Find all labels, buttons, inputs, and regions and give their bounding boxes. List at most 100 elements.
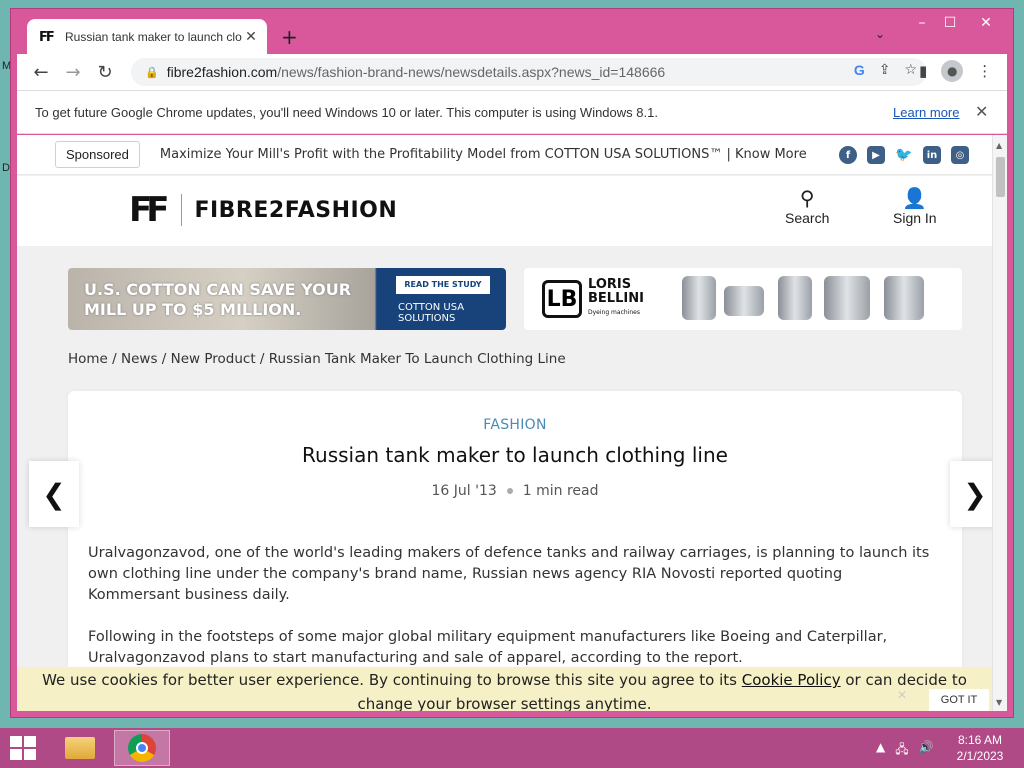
page-viewport: Sponsored Maximize Your Mill's Profit wi… [17, 135, 1007, 711]
lb-brand-line-1: LORIS [588, 277, 632, 292]
social-links: f ▶ 🐦 in ◎ [839, 146, 969, 164]
url-path: /news/fashion-brand-news/newsdetails.asp… [277, 64, 666, 80]
clock-time: 8:16 AM [957, 733, 1003, 747]
facebook-icon[interactable]: f [839, 146, 857, 164]
ad-brand-line-1: COTTON USA [398, 302, 465, 313]
got-it-button[interactable]: GOT IT [929, 689, 989, 711]
file-explorer-button[interactable] [52, 730, 108, 766]
article-date: 16 Jul '13 [431, 483, 497, 499]
tab-title: Russian tank maker to launch clo [65, 30, 242, 44]
cookie-policy-link[interactable]: Cookie Policy [742, 671, 841, 689]
scroll-up-icon[interactable]: ▲ [996, 141, 1002, 150]
new-tab-button[interactable]: + [281, 25, 298, 49]
article-read-time: 1 min read [522, 483, 599, 499]
windows-logo-pane [24, 736, 36, 747]
machine-image [682, 276, 716, 320]
side-panel-icon[interactable]: ▮ [919, 62, 927, 80]
tray-chevron-icon[interactable]: ▲ [876, 740, 885, 761]
clock-date: 2/1/2023 [956, 749, 1004, 763]
search-label: Search [785, 210, 830, 226]
back-arrow-icon[interactable]: ← [25, 62, 57, 83]
loris-bellini-logo: LB LORIS BELLINI Dyeing machines [542, 278, 644, 320]
ad-headline: U.S. COTTON CAN SAVE YOUR MILL UP TO $5 … [84, 280, 351, 320]
loris-bellini-ad[interactable]: LB LORIS BELLINI Dyeing machines [524, 268, 962, 330]
logo-divider [181, 194, 183, 226]
site-header: FF FIBRE2FASHION ⚲ Search 👤 Sign In [17, 176, 992, 246]
bookmark-star-icon[interactable]: ☆ [904, 62, 917, 78]
title-bar: FF Russian tank maker to launch clo ✕ + … [11, 9, 1013, 55]
close-tab-icon[interactable]: ✕ [243, 29, 259, 45]
browser-tab[interactable]: FF Russian tank maker to launch clo ✕ [27, 19, 267, 55]
url-host: fibre2fashion.com [166, 64, 278, 80]
windows-logo-pane [10, 736, 22, 747]
url-text: fibre2fashion.com/news/fashion-brand-new… [167, 64, 665, 80]
lock-icon[interactable]: 🔒 [145, 66, 159, 79]
machine-image [778, 276, 812, 320]
article-category[interactable]: FASHION [68, 417, 962, 433]
twitter-icon[interactable]: 🐦 [895, 146, 913, 164]
logo-text: FIBRE2FASHION [194, 197, 398, 223]
system-tray: ▲ 🖧 🔊 [876, 740, 934, 761]
chrome-taskbar-button[interactable] [114, 730, 170, 766]
breadcrumb-news[interactable]: News [121, 351, 157, 367]
search-icon: ⚲ [799, 188, 815, 210]
search-button[interactable]: ⚲ Search [785, 186, 829, 226]
windows-taskbar: ▲ 🖧 🔊 8:16 AM 2/1/2023 [0, 728, 1024, 768]
page-scrollbar[interactable]: ▲ ▼ [992, 135, 1007, 711]
close-window-button[interactable]: ✕ [971, 15, 1001, 31]
site-logo[interactable]: FF FIBRE2FASHION [129, 190, 397, 230]
cotton-usa-logo: COTTON USA SOLUTIONS [398, 302, 464, 324]
scrollbar-thumb[interactable] [996, 157, 1005, 197]
machine-image [884, 276, 924, 320]
volume-icon[interactable]: 🔊 [919, 740, 934, 761]
breadcrumb-new-product[interactable]: New Product [171, 351, 256, 367]
learn-more-link[interactable]: Learn more [893, 105, 959, 120]
menu-dots-icon[interactable]: ⋮ [977, 62, 992, 80]
share-icon[interactable]: ⇪ [879, 62, 891, 78]
sponsor-bar: Sponsored Maximize Your Mill's Profit wi… [17, 135, 992, 175]
read-the-study-button[interactable]: READ THE STUDY [396, 276, 490, 294]
maximize-button[interactable]: ☐ [935, 15, 965, 31]
previous-article-button[interactable]: ❮ [29, 461, 79, 527]
machine-image [724, 286, 764, 316]
sign-in-label: Sign In [893, 210, 937, 226]
lb-brand-line-2: BELLINI [588, 291, 644, 306]
breadcrumb-home[interactable]: Home [68, 351, 108, 367]
chevron-right-icon: ❯ [963, 477, 987, 511]
ad-headline-line-1: U.S. COTTON CAN SAVE YOUR [84, 280, 352, 299]
chrome-icon [128, 734, 156, 762]
reload-icon[interactable]: ↻ [89, 62, 121, 83]
profile-avatar-icon[interactable]: ● [941, 60, 964, 82]
breadcrumb: Home / News / New Product / Russian Tank… [68, 351, 566, 367]
cotton-usa-ad[interactable]: U.S. COTTON CAN SAVE YOUR MILL UP TO $5 … [68, 268, 506, 330]
update-infobar: To get future Google Chrome updates, you… [17, 90, 1007, 134]
youtube-icon[interactable]: ▶ [867, 146, 885, 164]
cookie-text-before: We use cookies for better user experienc… [42, 671, 742, 689]
address-bar[interactable]: 🔒 fibre2fashion.com/news/fashion-brand-n… [131, 58, 927, 86]
sponsor-link[interactable]: Maximize Your Mill's Profit with the Pro… [160, 147, 807, 162]
folder-icon [65, 737, 95, 759]
linkedin-icon[interactable]: in [923, 146, 941, 164]
desktop-icon-fragment: D [2, 162, 10, 174]
windows-logo-pane [24, 749, 36, 760]
forward-arrow-icon[interactable]: → [57, 62, 89, 83]
toolbar-right: ▮ ● ⋮ [919, 60, 992, 82]
cookie-close-icon[interactable]: ✕ [897, 683, 907, 707]
article-title: Russian tank maker to launch clothing li… [302, 443, 728, 467]
meta-separator [506, 488, 513, 494]
network-icon[interactable]: 🖧 [895, 740, 908, 761]
user-icon: 👤 [902, 188, 928, 210]
instagram-icon[interactable]: ◎ [951, 146, 969, 164]
taskbar-clock[interactable]: 8:16 AM 2/1/2023 [950, 732, 1010, 764]
tab-search-chevron-icon[interactable]: ⌄ [875, 27, 885, 41]
chevron-left-icon: ❮ [42, 477, 66, 511]
sign-in-button[interactable]: 👤 Sign In [893, 186, 937, 226]
google-icon[interactable]: G [854, 62, 865, 78]
scroll-down-icon[interactable]: ▼ [996, 698, 1002, 707]
windows-logo-pane [10, 749, 22, 760]
infobar-close-icon[interactable]: ✕ [975, 102, 988, 122]
lb-logo-icon: LB [542, 280, 582, 318]
minimize-button[interactable]: – [907, 15, 937, 31]
sponsored-badge: Sponsored [55, 141, 140, 168]
start-button[interactable] [10, 736, 36, 760]
